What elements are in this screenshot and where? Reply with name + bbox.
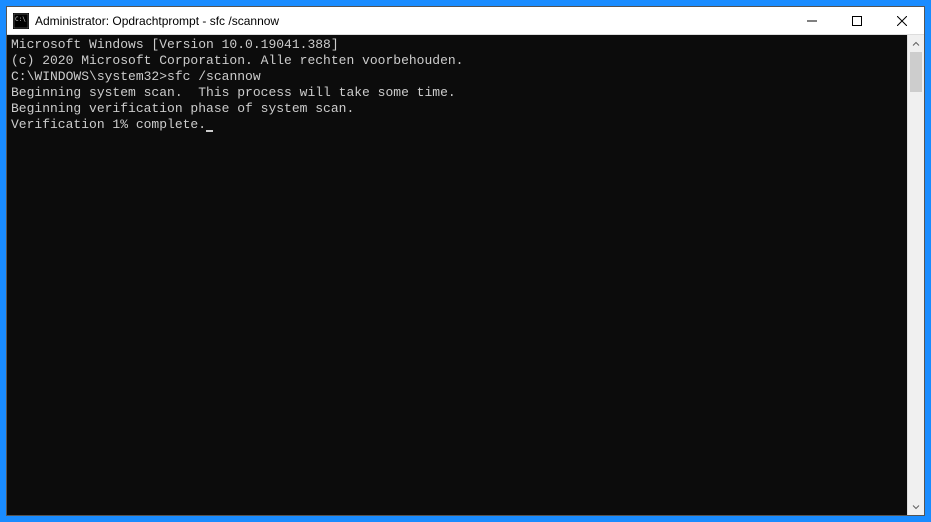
- terminal-output[interactable]: Microsoft Windows [Version 10.0.19041.38…: [7, 35, 907, 515]
- maximize-button[interactable]: [834, 7, 879, 34]
- scroll-track[interactable]: [908, 52, 924, 498]
- close-button[interactable]: [879, 7, 924, 34]
- output-line: Beginning verification phase of system s…: [11, 101, 907, 117]
- chevron-up-icon: [912, 40, 920, 48]
- prompt-path: C:\WINDOWS\system32>: [11, 69, 167, 84]
- progress-line: Verification 1% complete.: [11, 117, 907, 133]
- cmd-icon: C:\: [13, 13, 29, 29]
- progress-text: Verification 1% complete.: [11, 117, 206, 132]
- output-line: Microsoft Windows [Version 10.0.19041.38…: [11, 37, 907, 53]
- close-icon: [897, 16, 907, 26]
- output-line: Beginning system scan. This process will…: [11, 85, 907, 101]
- window-controls: [789, 7, 924, 34]
- command-text: sfc /scannow: [167, 69, 261, 84]
- scroll-up-button[interactable]: [908, 35, 924, 52]
- svg-text:C:\: C:\: [15, 16, 26, 23]
- maximize-icon: [852, 16, 862, 26]
- minimize-button[interactable]: [789, 7, 834, 34]
- chevron-down-icon: [912, 503, 920, 511]
- scroll-down-button[interactable]: [908, 498, 924, 515]
- window-title: Administrator: Opdrachtprompt - sfc /sca…: [35, 14, 789, 28]
- prompt-line: C:\WINDOWS\system32>sfc /scannow: [11, 69, 907, 85]
- output-line: (c) 2020 Microsoft Corporation. Alle rec…: [11, 53, 907, 69]
- vertical-scrollbar[interactable]: [907, 35, 924, 515]
- command-prompt-window: C:\ Administrator: Opdrachtprompt - sfc …: [6, 6, 925, 516]
- minimize-icon: [807, 16, 817, 26]
- titlebar[interactable]: C:\ Administrator: Opdrachtprompt - sfc …: [7, 7, 924, 35]
- cursor: [206, 130, 213, 132]
- content-wrap: Microsoft Windows [Version 10.0.19041.38…: [7, 35, 924, 515]
- scroll-thumb[interactable]: [910, 52, 922, 92]
